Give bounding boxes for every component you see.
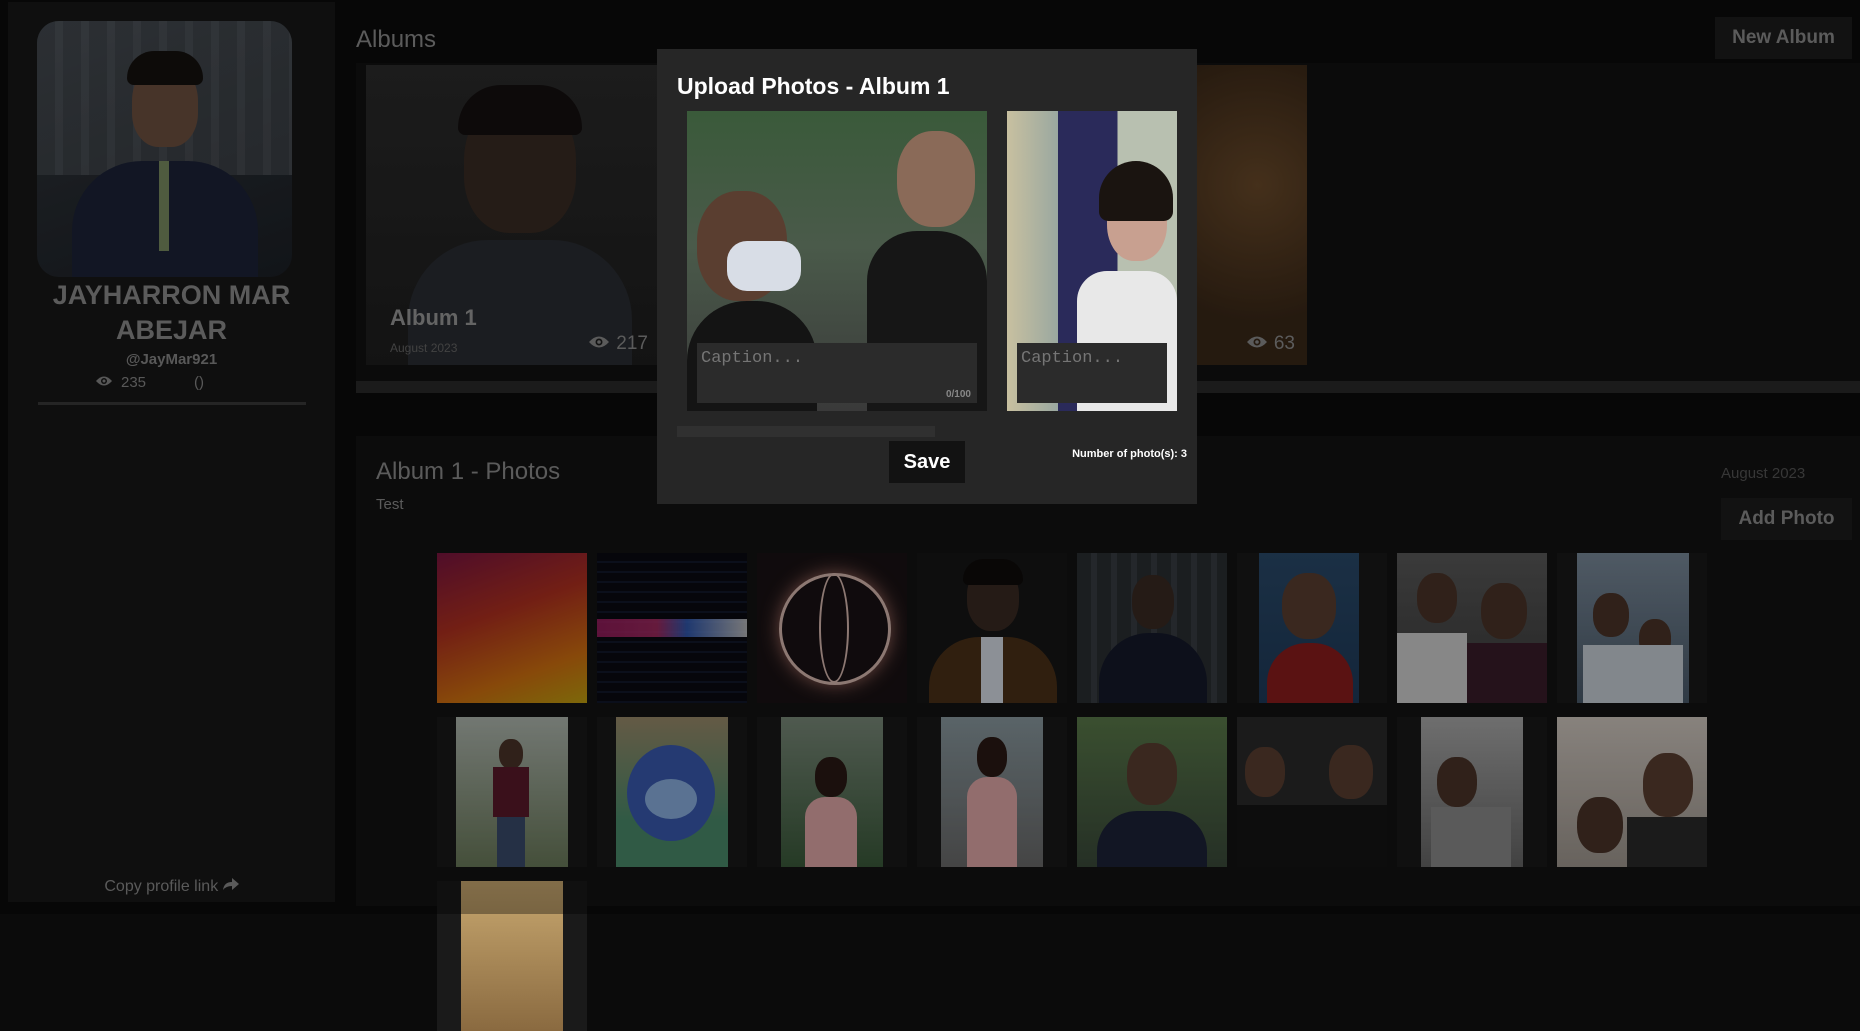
- upload-progress-bar: [677, 426, 935, 437]
- caption-input[interactable]: [1017, 343, 1167, 403]
- caption-input[interactable]: [697, 343, 977, 403]
- upload-photo-card: [687, 111, 987, 411]
- save-button[interactable]: Save: [889, 441, 965, 483]
- photo-count: Number of photo(s): 3: [1072, 448, 1187, 460]
- caption-char-count: 0/100: [945, 389, 971, 400]
- modal-title: Upload Photos - Album 1: [677, 73, 950, 99]
- upload-photos-modal: Upload Photos - Album 1 0/100 Save Numbe…: [657, 49, 1197, 504]
- upload-photo-card: [1007, 111, 1177, 411]
